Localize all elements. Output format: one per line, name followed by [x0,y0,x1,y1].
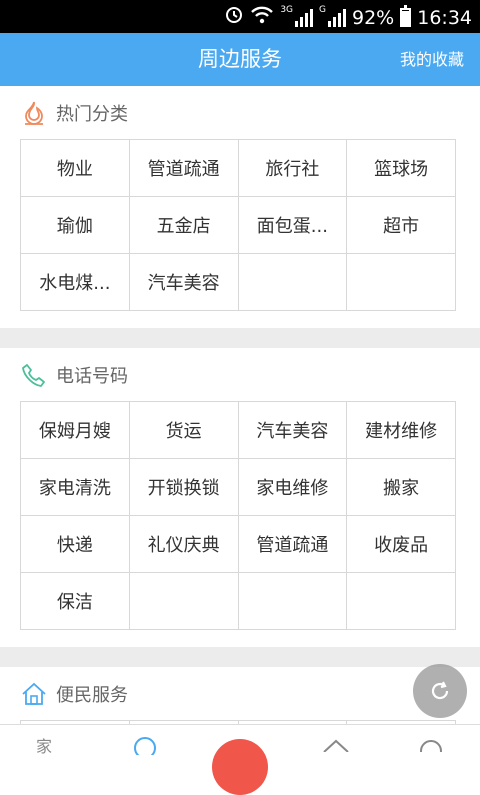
grid-item[interactable]: 开锁换锁 [129,459,239,516]
grid-item[interactable]: 篮球场 [347,140,456,197]
signal-strength-icon-2 [328,8,346,27]
grid-item[interactable]: 建材维修 [347,402,456,459]
grid-item[interactable]: 旅行社 [238,140,348,197]
grid-item[interactable]: 汽车美容 [129,254,239,311]
grid-item[interactable]: 超市 [347,197,456,254]
category-grid: 保姆月嫂 货运 汽车美容 建材维修家电清洗 开锁换锁 家电维修 搬家快递 礼仪庆典 管道疏通 收废… [20,401,456,630]
nav-center-button[interactable] [212,739,268,795]
grid-item[interactable]: 汽车美容 [238,402,348,459]
nav-home-tab[interactable]: 家 [36,733,52,757]
grid-item[interactable]: 面包蛋... [238,197,348,254]
grid-item[interactable]: 管道疏通 [129,140,239,197]
nav-profile-icon[interactable] [418,737,444,762]
network-3g-label: 3G [280,4,294,15]
clock: 16:34 [417,6,472,29]
grid-item[interactable]: 货运 [129,402,239,459]
grid-item[interactable]: 保洁 [21,573,130,630]
battery-fill [402,11,410,25]
grid-empty-cell [238,573,348,630]
grid-item[interactable]: 管道疏通 [238,516,348,573]
alarm-icon [224,4,244,31]
section-header: 便民服务 [0,667,480,720]
section-header: 热门分类 [0,86,480,139]
grid-item[interactable]: 水电煤... [21,254,130,311]
refresh-icon [431,681,449,700]
section-divider [0,328,480,348]
sections-container: 热门分类 物业 管道疏通 旅行社 篮球场 瑜伽 五金店 面包蛋... 超市 水电煤... 汽车美容电… [0,86,480,750]
nav-explore-icon[interactable] [132,735,158,759]
grid-item[interactable]: 礼仪庆典 [129,516,239,573]
grid-item[interactable]: 快递 [21,516,130,573]
title-bar: 周边服务 我的收藏 [0,33,480,86]
house-icon [20,680,48,708]
bottom-nav: 家 [0,724,480,795]
grid-empty-cell [347,573,456,630]
phone-icon [20,361,48,389]
signal-strength-icon [295,8,314,27]
section-divider [0,647,480,667]
section-title: 电话号码 [56,365,128,387]
refresh-button[interactable] [413,664,467,718]
nav-house-icon[interactable] [322,737,350,756]
grid-item[interactable]: 收废品 [347,516,456,573]
grid-item[interactable]: 家电清洗 [21,459,130,516]
grid-item[interactable]: 五金店 [129,197,239,254]
section-title: 热门分类 [56,103,128,125]
grid-item[interactable]: 家电维修 [238,459,348,516]
status-bar: 3G G 92% 16:34 [0,0,480,33]
flame-icon [20,99,48,127]
grid-item[interactable]: 瑜伽 [21,197,130,254]
grid-empty-cell [129,573,239,630]
grid-empty-cell [238,254,348,311]
grid-item[interactable]: 保姆月嫂 [21,402,130,459]
favorites-button[interactable]: 我的收藏 [400,33,464,86]
network-g-label: G [319,4,326,15]
grid-item[interactable]: 搬家 [347,459,456,516]
section-header: 电话号码 [0,348,480,401]
grid-empty-cell [347,254,456,311]
battery-percent: 92% [352,6,395,29]
wifi-icon [250,6,274,29]
grid-item[interactable]: 物业 [21,140,130,197]
service-list[interactable]: 热门分类 物业 管道疏通 旅行社 篮球场 瑜伽 五金店 面包蛋... 超市 水电煤... 汽车美容电… [0,86,480,750]
battery-icon [400,5,412,27]
category-grid: 物业 管道疏通 旅行社 篮球场瑜伽 五金店 面包蛋... 超市水电煤... 汽车美容 [20,139,456,311]
section-title: 便民服务 [56,684,128,706]
